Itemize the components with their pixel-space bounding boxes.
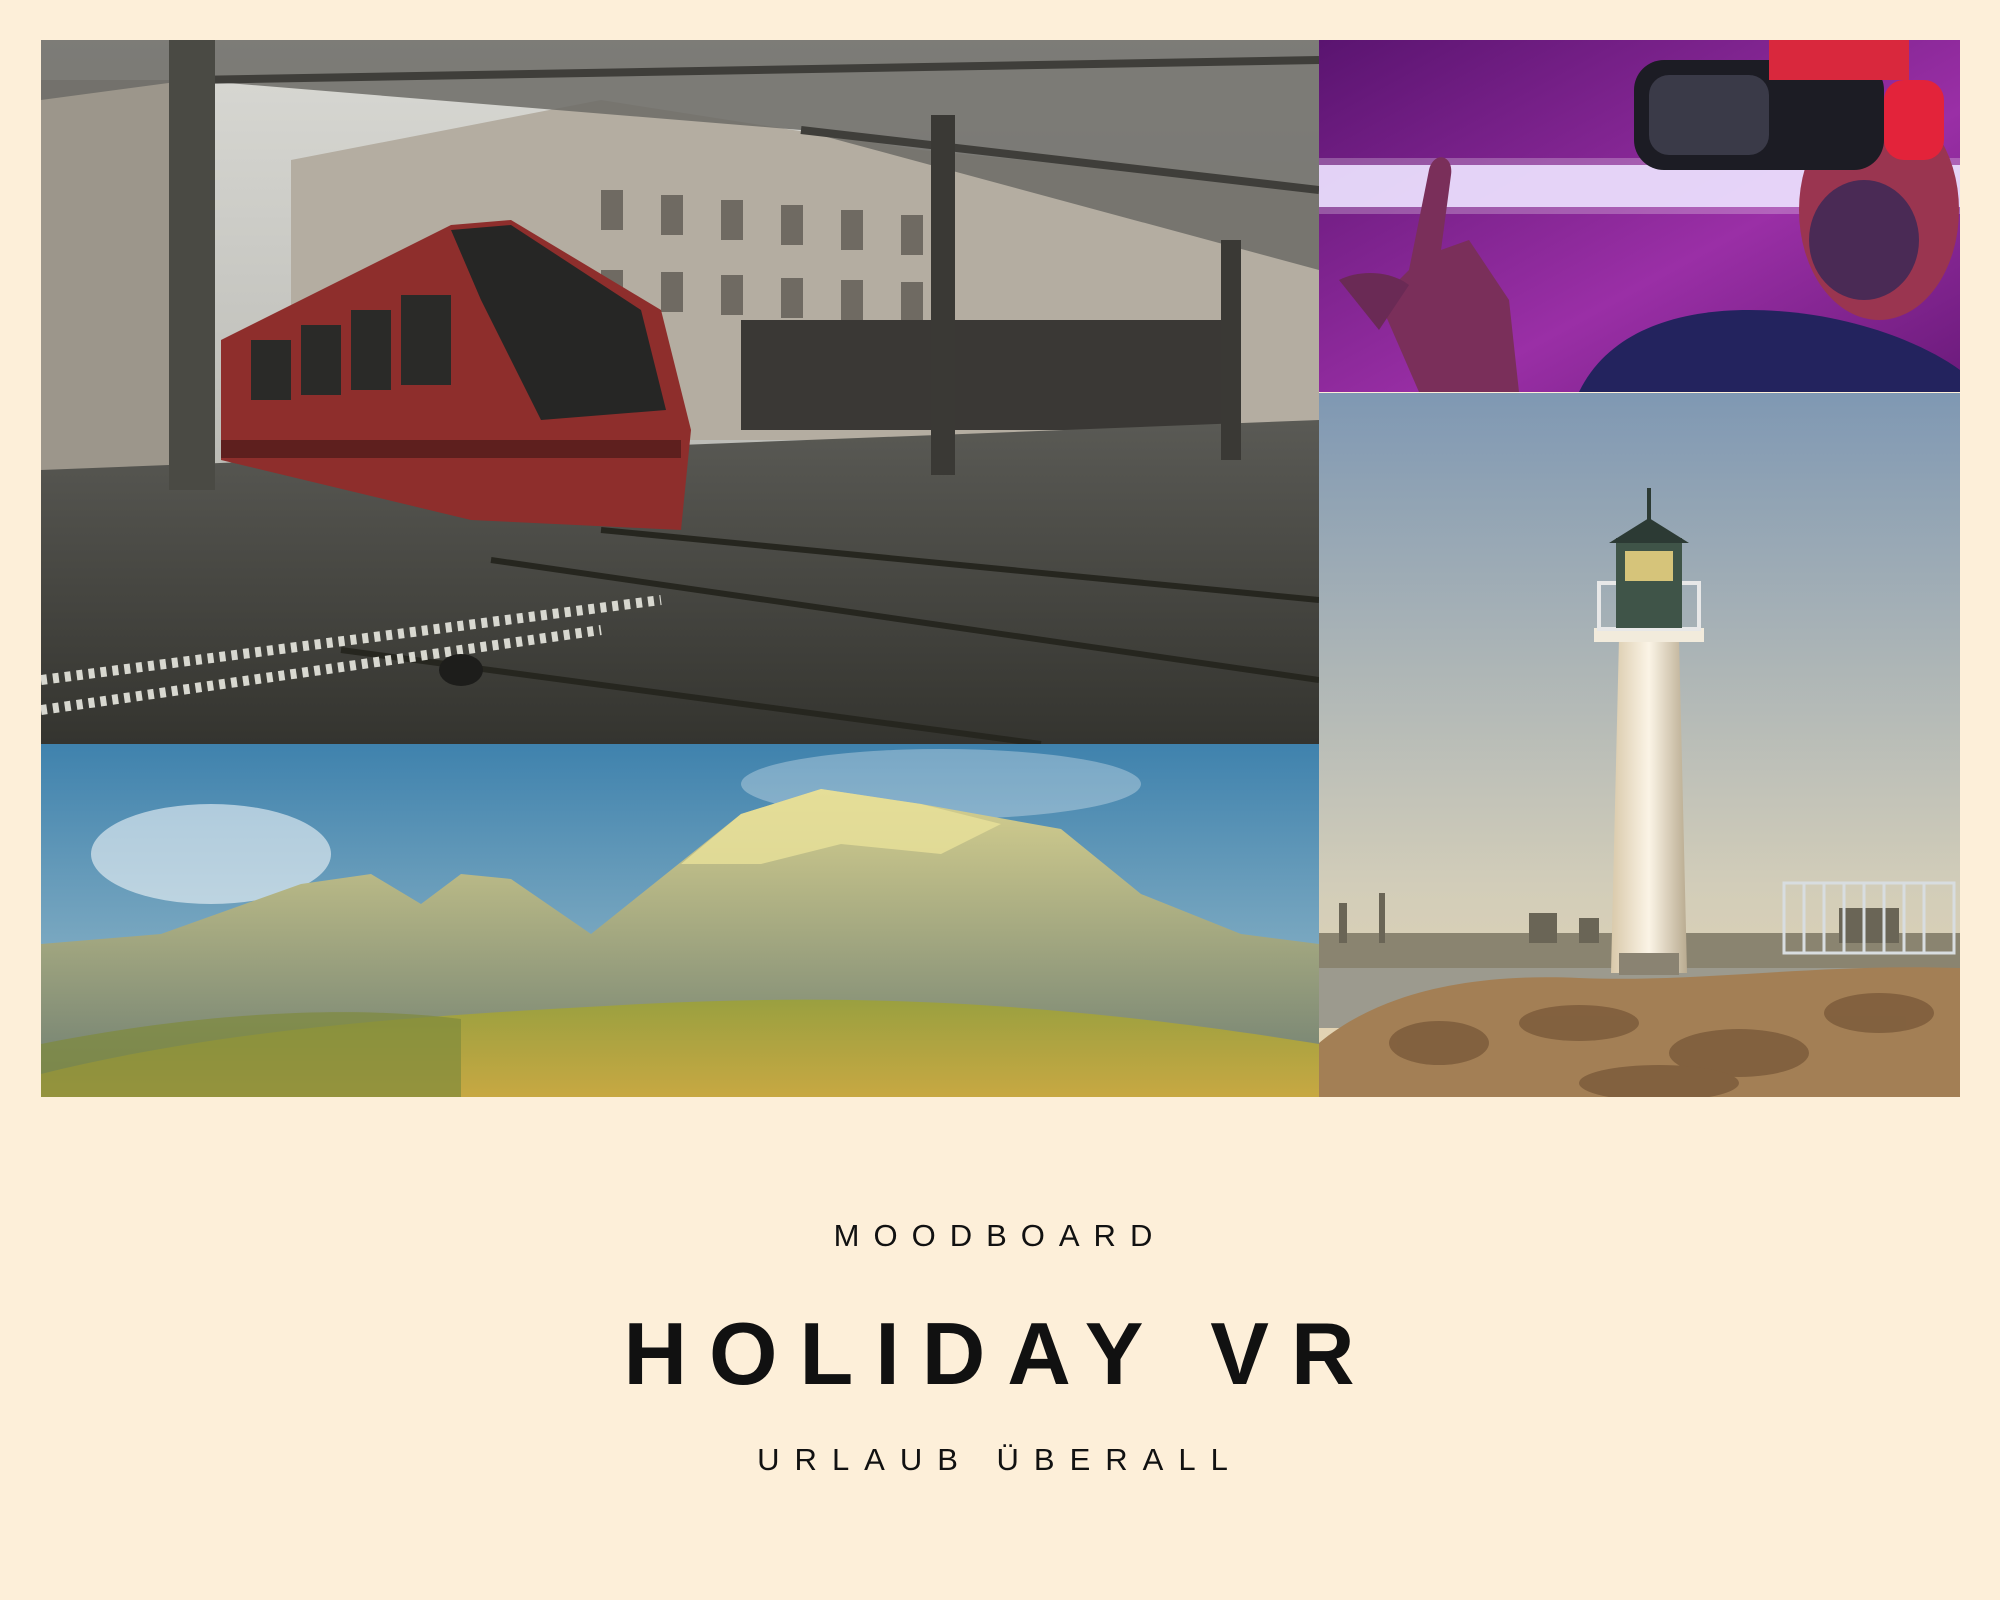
board-title: HOLIDAY VR: [623, 1304, 1377, 1403]
board-subtitle: URLAUB ÜBERALL: [757, 1442, 1243, 1477]
mountain-photo: [41, 744, 1319, 1097]
tram-photo: [41, 40, 1319, 744]
moodboard-label: MOODBOARD: [833, 1218, 1167, 1253]
vr-headset-photo: [1319, 40, 1960, 392]
lighthouse-photo: [1319, 393, 1960, 1097]
